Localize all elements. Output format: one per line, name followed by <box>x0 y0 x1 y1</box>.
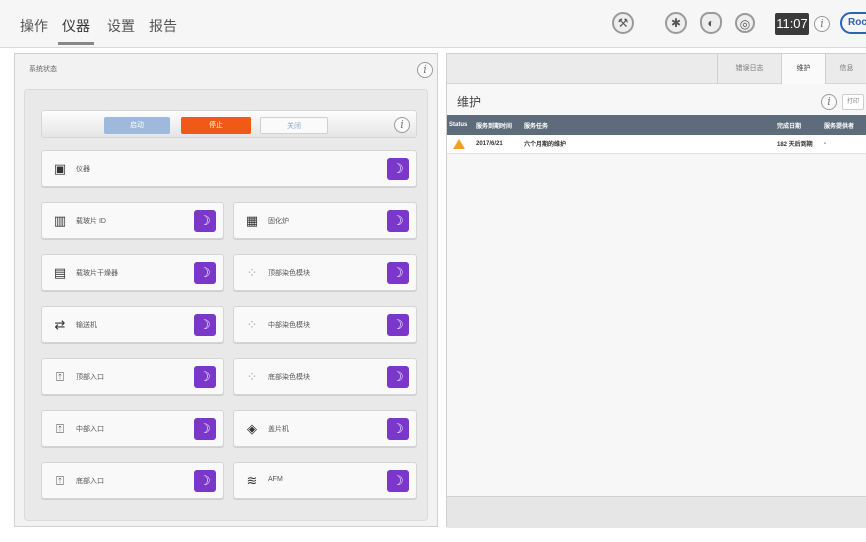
dryer-icon: ▤ <box>53 265 67 280</box>
info-icon[interactable]: i <box>417 62 433 78</box>
standby-moon-icon[interactable]: ☽ <box>194 470 216 492</box>
table-header-row: Status 服务到期时间 服务任务 完成日期 服务提供者 <box>447 115 866 135</box>
right-panel-tabs: 错误日志 维护 信息 <box>447 54 866 85</box>
stain-icon: ⁘ <box>246 265 258 280</box>
oven-icon: ▦ <box>245 213 259 228</box>
stop-button[interactable]: 停止 <box>181 117 251 134</box>
module-label: 载玻片 ID <box>76 218 106 225</box>
standby-moon-icon[interactable]: ☽ <box>387 262 409 284</box>
afm-icon: ≋ <box>246 473 258 488</box>
module-label: 顶部染色模块 <box>268 270 310 277</box>
tab-operations[interactable]: 操作 <box>20 16 48 36</box>
standby-moon-icon[interactable]: ☽ <box>387 314 409 336</box>
module-label: 底部染色模块 <box>268 374 310 381</box>
conveyor-icon: ⇄ <box>54 317 66 332</box>
standby-moon-icon[interactable]: ☽ <box>387 418 409 440</box>
brand-logo: Roch <box>840 12 866 34</box>
bluing-icon[interactable]: ✱ <box>665 12 687 34</box>
barcode-icon: ▥ <box>53 213 67 228</box>
tab-settings[interactable]: 设置 <box>107 16 135 36</box>
info-icon[interactable]: i <box>814 16 830 32</box>
column-header-status[interactable]: Status <box>447 115 474 135</box>
maintenance-table: Status 服务到期时间 服务任务 完成日期 服务提供者 2017/6/21 … <box>447 115 866 154</box>
cell-provider: - <box>822 135 866 154</box>
column-header-completed[interactable]: 完成日期 <box>775 115 822 135</box>
module-card-slide-id[interactable]: ▥ 载玻片 ID ☽ <box>41 202 224 239</box>
table-row[interactable]: 2017/6/21 六个月期的维护 182 天后到期 - <box>447 135 866 154</box>
cell-completed: 182 天后到期 <box>775 135 822 154</box>
entry-icon: ⍐ <box>56 421 64 436</box>
maintenance-content: 维护 i 打印 Status 服务到期时间 服务任务 完成日期 服务提供者 20… <box>447 84 866 496</box>
module-card-slide-dryer[interactable]: ▤ 载玻片干燥器 ☽ <box>41 254 224 291</box>
module-card-bottom-stainer[interactable]: ⁘ 底部染色模块 ☽ <box>233 358 417 395</box>
info-icon[interactable]: i <box>394 117 410 133</box>
column-header-task[interactable]: 服务任务 <box>522 115 775 135</box>
reagent-icon[interactable]: ◐ <box>700 12 722 34</box>
stain-icon: ⁘ <box>246 317 258 332</box>
module-label: 固化炉 <box>268 218 289 225</box>
waste-icon[interactable]: ◎ <box>735 13 755 33</box>
tab-error-log[interactable]: 错误日志 <box>717 54 781 84</box>
module-card-bottom-entry[interactable]: ⍐ 底部入口 ☽ <box>41 462 224 499</box>
module-label: AFM <box>268 476 283 483</box>
standby-moon-icon[interactable]: ☽ <box>387 210 409 232</box>
module-label: 输送机 <box>76 322 97 329</box>
standby-moon-icon[interactable]: ☽ <box>387 366 409 388</box>
info-icon[interactable]: i <box>821 94 837 110</box>
instrument-icon: ▣ <box>53 161 67 176</box>
column-header-provider[interactable]: 服务提供者 <box>822 115 866 135</box>
module-card-afm[interactable]: ≋ AFM ☽ <box>233 462 417 499</box>
column-header-due[interactable]: 服务到期时间 <box>474 115 522 135</box>
tab-maintenance[interactable]: 维护 <box>781 54 825 85</box>
entry-icon: ⍐ <box>56 473 64 488</box>
module-card-instrument[interactable]: ▣ 仪器 ☽ <box>41 150 417 187</box>
start-button[interactable]: 启动 <box>104 117 170 134</box>
standby-moon-icon[interactable]: ☽ <box>194 210 216 232</box>
standby-moon-icon[interactable]: ☽ <box>194 314 216 336</box>
cell-task: 六个月期的维护 <box>522 135 775 154</box>
control-bar: 启动 停止 关闭 i <box>41 110 417 138</box>
panel-footer <box>447 496 866 528</box>
module-label: 中部染色模块 <box>268 322 310 329</box>
top-navigation-bar: 操作 仪器 设置 报告 ⚒ ✱ ◐ ◎ 11:07 i Roch <box>0 0 866 48</box>
module-label: 载玻片干燥器 <box>76 270 118 277</box>
panel-title: 系统状态 <box>29 66 57 73</box>
stain-icon: ⁘ <box>246 369 258 384</box>
standby-moon-icon[interactable]: ☽ <box>387 470 409 492</box>
tab-reports[interactable]: 报告 <box>149 16 177 36</box>
standby-moon-icon[interactable]: ☽ <box>194 262 216 284</box>
module-card-middle-stainer[interactable]: ⁘ 中部染色模块 ☽ <box>233 306 417 343</box>
module-card-coverslipper[interactable]: ◈ 盖片机 ☽ <box>233 410 417 447</box>
print-button[interactable]: 打印 <box>842 94 864 110</box>
module-card-top-entry[interactable]: ⍐ 顶部入口 ☽ <box>41 358 224 395</box>
module-label: 仪器 <box>76 166 90 173</box>
tab-information[interactable]: 信息 <box>825 54 866 84</box>
cell-due: 2017/6/21 <box>474 135 522 154</box>
standby-moon-icon[interactable]: ☽ <box>387 158 409 180</box>
tab-instrument[interactable]: 仪器 <box>62 16 90 36</box>
maintenance-panel: 错误日志 维护 信息 维护 i 打印 Status 服务到期时间 服务任务 完成… <box>446 53 866 528</box>
module-card-conveyor[interactable]: ⇄ 输送机 ☽ <box>41 306 224 343</box>
module-label: 中部入口 <box>76 426 104 433</box>
shutdown-button[interactable]: 关闭 <box>260 117 328 134</box>
maintenance-icon[interactable]: ⚒ <box>612 12 634 34</box>
module-label: 底部入口 <box>76 478 104 485</box>
module-label: 盖片机 <box>268 426 289 433</box>
module-card-curing-oven[interactable]: ▦ 固化炉 ☽ <box>233 202 417 239</box>
module-card-top-stainer[interactable]: ⁘ 顶部染色模块 ☽ <box>233 254 417 291</box>
page-title: 维护 <box>457 95 482 109</box>
module-label: 顶部入口 <box>76 374 104 381</box>
active-tab-indicator <box>58 42 94 45</box>
module-card-middle-entry[interactable]: ⍐ 中部入口 ☽ <box>41 410 224 447</box>
coverslipper-icon: ◈ <box>247 421 257 436</box>
warning-icon <box>447 135 474 154</box>
entry-icon: ⍐ <box>56 369 64 384</box>
standby-moon-icon[interactable]: ☽ <box>194 418 216 440</box>
standby-moon-icon[interactable]: ☽ <box>194 366 216 388</box>
clock: 11:07 <box>775 13 809 35</box>
